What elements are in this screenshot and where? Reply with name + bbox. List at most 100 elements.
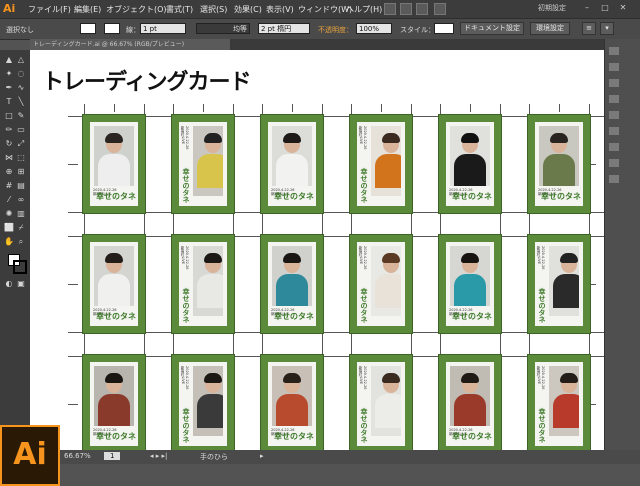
panel-dock: [604, 39, 640, 450]
document-tab[interactable]: トレーディングカード.ai @ 66.67% (RGB/プレビュー): [30, 39, 230, 50]
graphic-style-swatch[interactable]: [434, 23, 454, 34]
gradient-tool-icon[interactable]: ▤: [15, 180, 27, 191]
graph-tool-icon[interactable]: ▥: [15, 208, 27, 219]
trading-card[interactable]: 2020.4.22-26 新宿村LIVE 幸せのタネ: [527, 114, 591, 214]
arrange-documents-icon[interactable]: [400, 3, 412, 15]
opacity-input[interactable]: 100%: [356, 23, 392, 34]
preferences-button[interactable]: 環境設定: [530, 22, 570, 35]
trading-card[interactable]: 2020.4.22-26 新宿村LIVE 幸せのタネ: [438, 114, 502, 214]
align-icon[interactable]: ≡: [582, 22, 596, 35]
gradient-panel-icon[interactable]: [609, 127, 619, 135]
menu-edit[interactable]: 編集(E): [74, 4, 101, 15]
slice-tool-icon[interactable]: ⌿: [15, 222, 27, 233]
screen-mode-icon[interactable]: ▣: [15, 278, 27, 289]
type-tool-icon[interactable]: T: [3, 96, 15, 107]
transparency-panel-icon[interactable]: [609, 143, 619, 151]
trading-card[interactable]: 2020.4.22-26 新宿村LIVE 幸せのタネ: [171, 354, 235, 450]
crop-mark: [68, 164, 78, 165]
shape-builder-icon[interactable]: ⊕: [3, 166, 15, 177]
card-inner: 2020.4.22-26 新宿村LIVE 幸せのタネ: [90, 122, 138, 206]
artboard[interactable]: トレーディングカード 2020.4.22-26 新宿村LIVE 幸せのタネ 2020.…: [30, 50, 604, 450]
menu-object[interactable]: オブジェクト(O): [106, 4, 167, 15]
rotate-tool-icon[interactable]: ↻: [3, 138, 15, 149]
paintbrush-icon[interactable]: ✎: [15, 110, 27, 121]
stroke-panel-icon[interactable]: [609, 111, 619, 119]
hand-tool-icon[interactable]: ✋: [3, 236, 15, 247]
artboard-tool-icon[interactable]: ⬜: [3, 222, 15, 233]
draw-mode-icon[interactable]: ◐: [3, 278, 15, 289]
trading-card[interactable]: 2020.4.22-26 新宿村LIVE 幸せのタネ: [438, 354, 502, 450]
trading-card[interactable]: 2020.4.22-26 新宿村LIVE 幸せのタネ: [171, 234, 235, 334]
layout-icon[interactable]: [434, 3, 446, 15]
free-transform-icon[interactable]: ⬚: [15, 152, 27, 163]
layers-panel-icon[interactable]: [609, 175, 619, 183]
trading-card[interactable]: 2020.4.22-26 新宿村LIVE 幸せのタネ: [171, 114, 235, 214]
eraser-icon[interactable]: ▭: [15, 124, 27, 135]
trading-card[interactable]: 2020.4.22-26 新宿村LIVE 幸せのタネ: [349, 234, 413, 334]
menu-file[interactable]: ファイル(F): [28, 4, 71, 15]
menu-window[interactable]: ウィンドウ(W): [298, 4, 352, 15]
trading-card[interactable]: 2020.4.22-26 新宿村LIVE 幸せのタネ: [527, 354, 591, 450]
trading-card[interactable]: 2020.4.22-26 新宿村LIVE 幸せのタネ: [438, 234, 502, 334]
status-arrow-icon[interactable]: ▸: [260, 452, 264, 460]
opacity-label[interactable]: 不透明度：: [318, 25, 353, 35]
rectangle-tool-icon[interactable]: □: [3, 110, 15, 121]
menu-view[interactable]: 表示(V): [266, 4, 294, 15]
selection-tool-icon[interactable]: ▲: [3, 54, 15, 65]
direct-selection-tool-icon[interactable]: △: [15, 54, 27, 65]
panel-menu-icon[interactable]: ▾: [600, 22, 614, 35]
symbol-sprayer-icon[interactable]: ✺: [3, 208, 15, 219]
brushes-panel-icon[interactable]: [609, 79, 619, 87]
menu-type[interactable]: 書式(T): [166, 4, 193, 15]
variable-width-profile[interactable]: 均等: [196, 23, 250, 34]
blend-tool-icon[interactable]: ∞: [15, 194, 27, 205]
workspace-switcher[interactable]: 初期設定: [538, 3, 566, 13]
menu-effect[interactable]: 効果(C): [234, 4, 262, 15]
close-icon[interactable]: ✕: [618, 3, 628, 13]
pencil-icon[interactable]: ✏: [3, 124, 15, 135]
maximize-icon[interactable]: □: [600, 3, 610, 13]
minimize-icon[interactable]: –: [582, 3, 592, 13]
document-setup-button[interactable]: ドキュメント設定: [460, 22, 524, 35]
appearance-panel-icon[interactable]: [609, 159, 619, 167]
trading-card[interactable]: 2020.4.22-26 新宿村LIVE 幸せのタネ: [349, 354, 413, 450]
trading-card[interactable]: 2020.4.22-26 新宿村LIVE 幸せのタネ: [349, 114, 413, 214]
card-meta: 2020.4.22-26 新宿村LIVE: [181, 126, 189, 150]
menu-help[interactable]: ヘルプ(H): [346, 4, 382, 15]
photo-hair: [105, 133, 123, 143]
card-inner: 2020.4.22-26 新宿村LIVE 幸せのタネ: [357, 362, 405, 446]
trading-card[interactable]: 2020.4.22-26 新宿村LIVE 幸せのタネ: [82, 354, 146, 450]
mesh-tool-icon[interactable]: #: [3, 180, 15, 191]
magic-wand-icon[interactable]: ✦: [3, 68, 15, 79]
zoom-tool-icon[interactable]: ⌕: [15, 236, 27, 247]
pen-tool-icon[interactable]: ✒: [3, 82, 15, 93]
bridge-icon[interactable]: [384, 3, 396, 15]
stroke-swatch[interactable]: [104, 23, 120, 34]
perspective-grid-icon[interactable]: ⊞: [15, 166, 27, 177]
zoom-level[interactable]: 66.67%: [64, 452, 91, 460]
menu-select[interactable]: 選択(S): [200, 4, 227, 15]
gpu-icon[interactable]: [416, 3, 428, 15]
trading-card[interactable]: 2020.4.22-26 新宿村LIVE 幸せのタネ: [527, 234, 591, 334]
symbols-panel-icon[interactable]: [609, 95, 619, 103]
width-tool-icon[interactable]: ⋈: [3, 152, 15, 163]
card-date: 2020.4.22-26: [541, 246, 545, 270]
trading-card[interactable]: 2020.4.22-26 新宿村LIVE 幸せのタネ: [260, 354, 324, 450]
stroke-weight-input[interactable]: 1 pt: [140, 23, 186, 34]
swatches-panel-icon[interactable]: [609, 63, 619, 71]
lasso-icon[interactable]: ◌: [15, 68, 27, 79]
trading-card[interactable]: 2020.4.22-26 新宿村LIVE 幸せのタネ: [260, 114, 324, 214]
scale-tool-icon[interactable]: ⤢: [15, 138, 27, 149]
curvature-tool-icon[interactable]: ∿: [15, 82, 27, 93]
brush-definition[interactable]: 2 pt 楕円: [258, 23, 310, 34]
color-panel-icon[interactable]: [609, 47, 619, 55]
trading-card[interactable]: 2020.4.22-26 新宿村LIVE 幸せのタネ: [260, 234, 324, 334]
artboard-number[interactable]: 1: [104, 452, 121, 460]
fill-swatch[interactable]: [80, 23, 96, 34]
trading-card[interactable]: 2020.4.22-26 新宿村LIVE 幸せのタネ: [82, 114, 146, 214]
trading-card[interactable]: 2020.4.22-26 新宿村LIVE 幸せのタネ: [82, 234, 146, 334]
eyedropper-icon[interactable]: ⁄: [3, 194, 15, 205]
stroke-color-icon[interactable]: [13, 260, 27, 274]
nav-arrows[interactable]: ◂ ▸ ▸|: [150, 452, 167, 460]
line-tool-icon[interactable]: ╲: [15, 96, 27, 107]
